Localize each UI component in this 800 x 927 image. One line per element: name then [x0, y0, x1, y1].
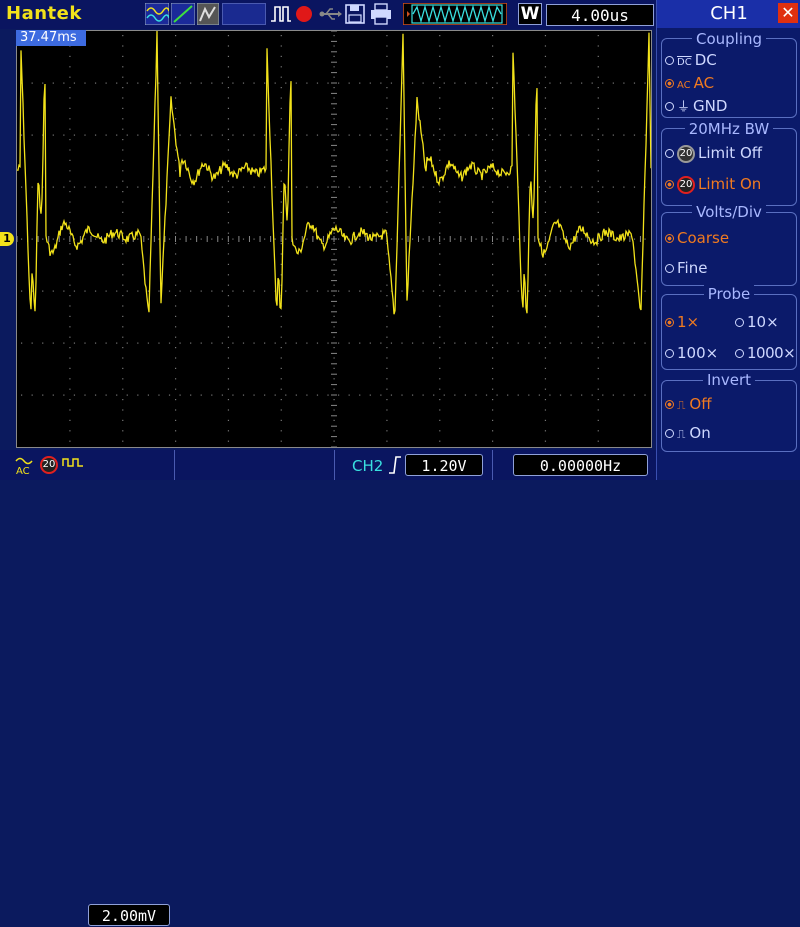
print-icon[interactable] [370, 3, 392, 25]
probe-10x-label: 10× [747, 313, 779, 331]
volts-coarse-label: Coarse [677, 229, 730, 247]
coupling-gnd-label: GND [693, 97, 728, 115]
status-box [222, 3, 266, 25]
bw-title-text: 20MHz BW [684, 120, 774, 138]
radio-icon [665, 234, 674, 243]
invert-off-icon [62, 458, 83, 467]
coupling-title-text: Coupling [691, 30, 767, 48]
bottom-bar: AC 20 2.00mV CH2 1.20V 0.00000Hz [0, 450, 656, 926]
trigger-source-label: CH2 [352, 457, 384, 475]
probe-10x-option[interactable]: 10× [735, 313, 779, 331]
volts-fine-option[interactable]: Fine [665, 259, 707, 277]
save-icon[interactable] [345, 3, 365, 25]
rising-edge-icon [389, 456, 401, 474]
ch1-menu-panel: CH1 ✕ Coupling DC DC AC AC ⏚ GND 20MHz BW 2… [656, 0, 800, 480]
invert-off-option[interactable]: ⎍ Off [665, 395, 712, 413]
ch1-volts-div[interactable]: 2.00mV [88, 904, 170, 926]
svg-text:AC: AC [16, 466, 30, 476]
bw-limit-on-option[interactable]: 20 Limit On [665, 175, 761, 194]
volts-div-title-text: Volts/Div [692, 203, 766, 221]
probe-1000x-option[interactable]: 1000× [735, 344, 796, 362]
ac-icon: AC [677, 80, 691, 91]
probe-1000x-label: 1000× [747, 344, 796, 362]
coupling-dc-label: DC [694, 51, 717, 69]
probe-100x-option[interactable]: 100× [665, 344, 718, 362]
probe-title-text: Probe [703, 285, 755, 303]
trigger-mode-badge: W [518, 3, 542, 25]
dc-icon: DC [677, 57, 692, 68]
bw-title: 20MHz BW [657, 120, 800, 138]
ch1-ground-marker[interactable]: 1 [0, 232, 14, 246]
radio-icon [665, 318, 674, 327]
bw-icon: 20 [677, 175, 695, 194]
trigger-position-readout: 37.47ms [16, 30, 86, 46]
coupling-ac-label: AC [693, 74, 715, 92]
coupling-gnd-option[interactable]: ⏚ GND [665, 96, 727, 115]
probe-1x-option[interactable]: 1× [665, 313, 699, 331]
radio-icon [665, 149, 674, 158]
close-icon[interactable]: ✕ [778, 3, 798, 23]
invert-title-text: Invert [702, 371, 756, 389]
bw-limit-off-label: Limit Off [698, 144, 763, 162]
timebase-readout[interactable]: 4.00us [546, 4, 654, 26]
probe-100x-label: 100× [677, 344, 719, 362]
invert-on-option[interactable]: ⎍ On [665, 424, 711, 442]
coupling-dc-option[interactable]: DC DC [665, 51, 717, 69]
trigger-level[interactable]: 1.20V [405, 454, 483, 476]
volts-coarse-option[interactable]: Coarse [665, 229, 729, 247]
radio-icon [665, 102, 674, 111]
radio-icon [665, 400, 674, 409]
ch1-trace [17, 31, 651, 315]
invert-off-label: Off [689, 395, 712, 413]
waveform-mode-icon[interactable] [145, 3, 169, 25]
waveform-display[interactable] [16, 30, 652, 448]
brand-logo: Hantek [6, 3, 82, 24]
bw-section [661, 128, 797, 206]
graticule [17, 31, 651, 447]
memory-position-bar[interactable] [403, 3, 507, 25]
invert-title: Invert [657, 371, 800, 389]
bw-icon: 20 [677, 144, 695, 163]
coupling-ac-option[interactable]: AC AC [665, 74, 714, 92]
invert-off-icon: ⎍ [677, 398, 686, 412]
radio-icon [665, 79, 674, 88]
frequency-readout: 0.00000Hz [513, 454, 648, 476]
radio-icon [665, 429, 674, 438]
bw-limit-off-option[interactable]: 20 Limit Off [665, 144, 762, 163]
ground-icon: ⏚ [677, 100, 691, 115]
vector-mode-icon[interactable] [171, 3, 195, 25]
invert-on-label: On [689, 424, 711, 442]
radio-icon [665, 264, 674, 273]
record-icon[interactable] [294, 3, 314, 25]
pulse-icon [271, 6, 291, 22]
volts-div-title: Volts/Div [657, 203, 800, 221]
panel-title-text: CH1 [710, 3, 748, 24]
radio-icon [665, 56, 674, 65]
persistence-icon[interactable] [197, 3, 219, 25]
ac-coupling-icon: AC [15, 457, 33, 476]
radio-icon [665, 180, 674, 189]
probe-1x-label: 1× [677, 313, 700, 331]
probe-title: Probe [657, 285, 800, 303]
top-bar: Hantek W 4.00us [0, 0, 656, 29]
bw-limit-badge: 20 [40, 456, 58, 474]
bw-limit-on-label: Limit On [698, 175, 762, 193]
radio-icon [735, 318, 744, 327]
radio-icon [735, 349, 744, 358]
coupling-title: Coupling [657, 30, 800, 48]
radio-icon [665, 349, 674, 358]
volts-fine-label: Fine [677, 259, 708, 277]
usb-icon [319, 8, 342, 20]
invert-on-icon: ⎍ [677, 427, 686, 441]
